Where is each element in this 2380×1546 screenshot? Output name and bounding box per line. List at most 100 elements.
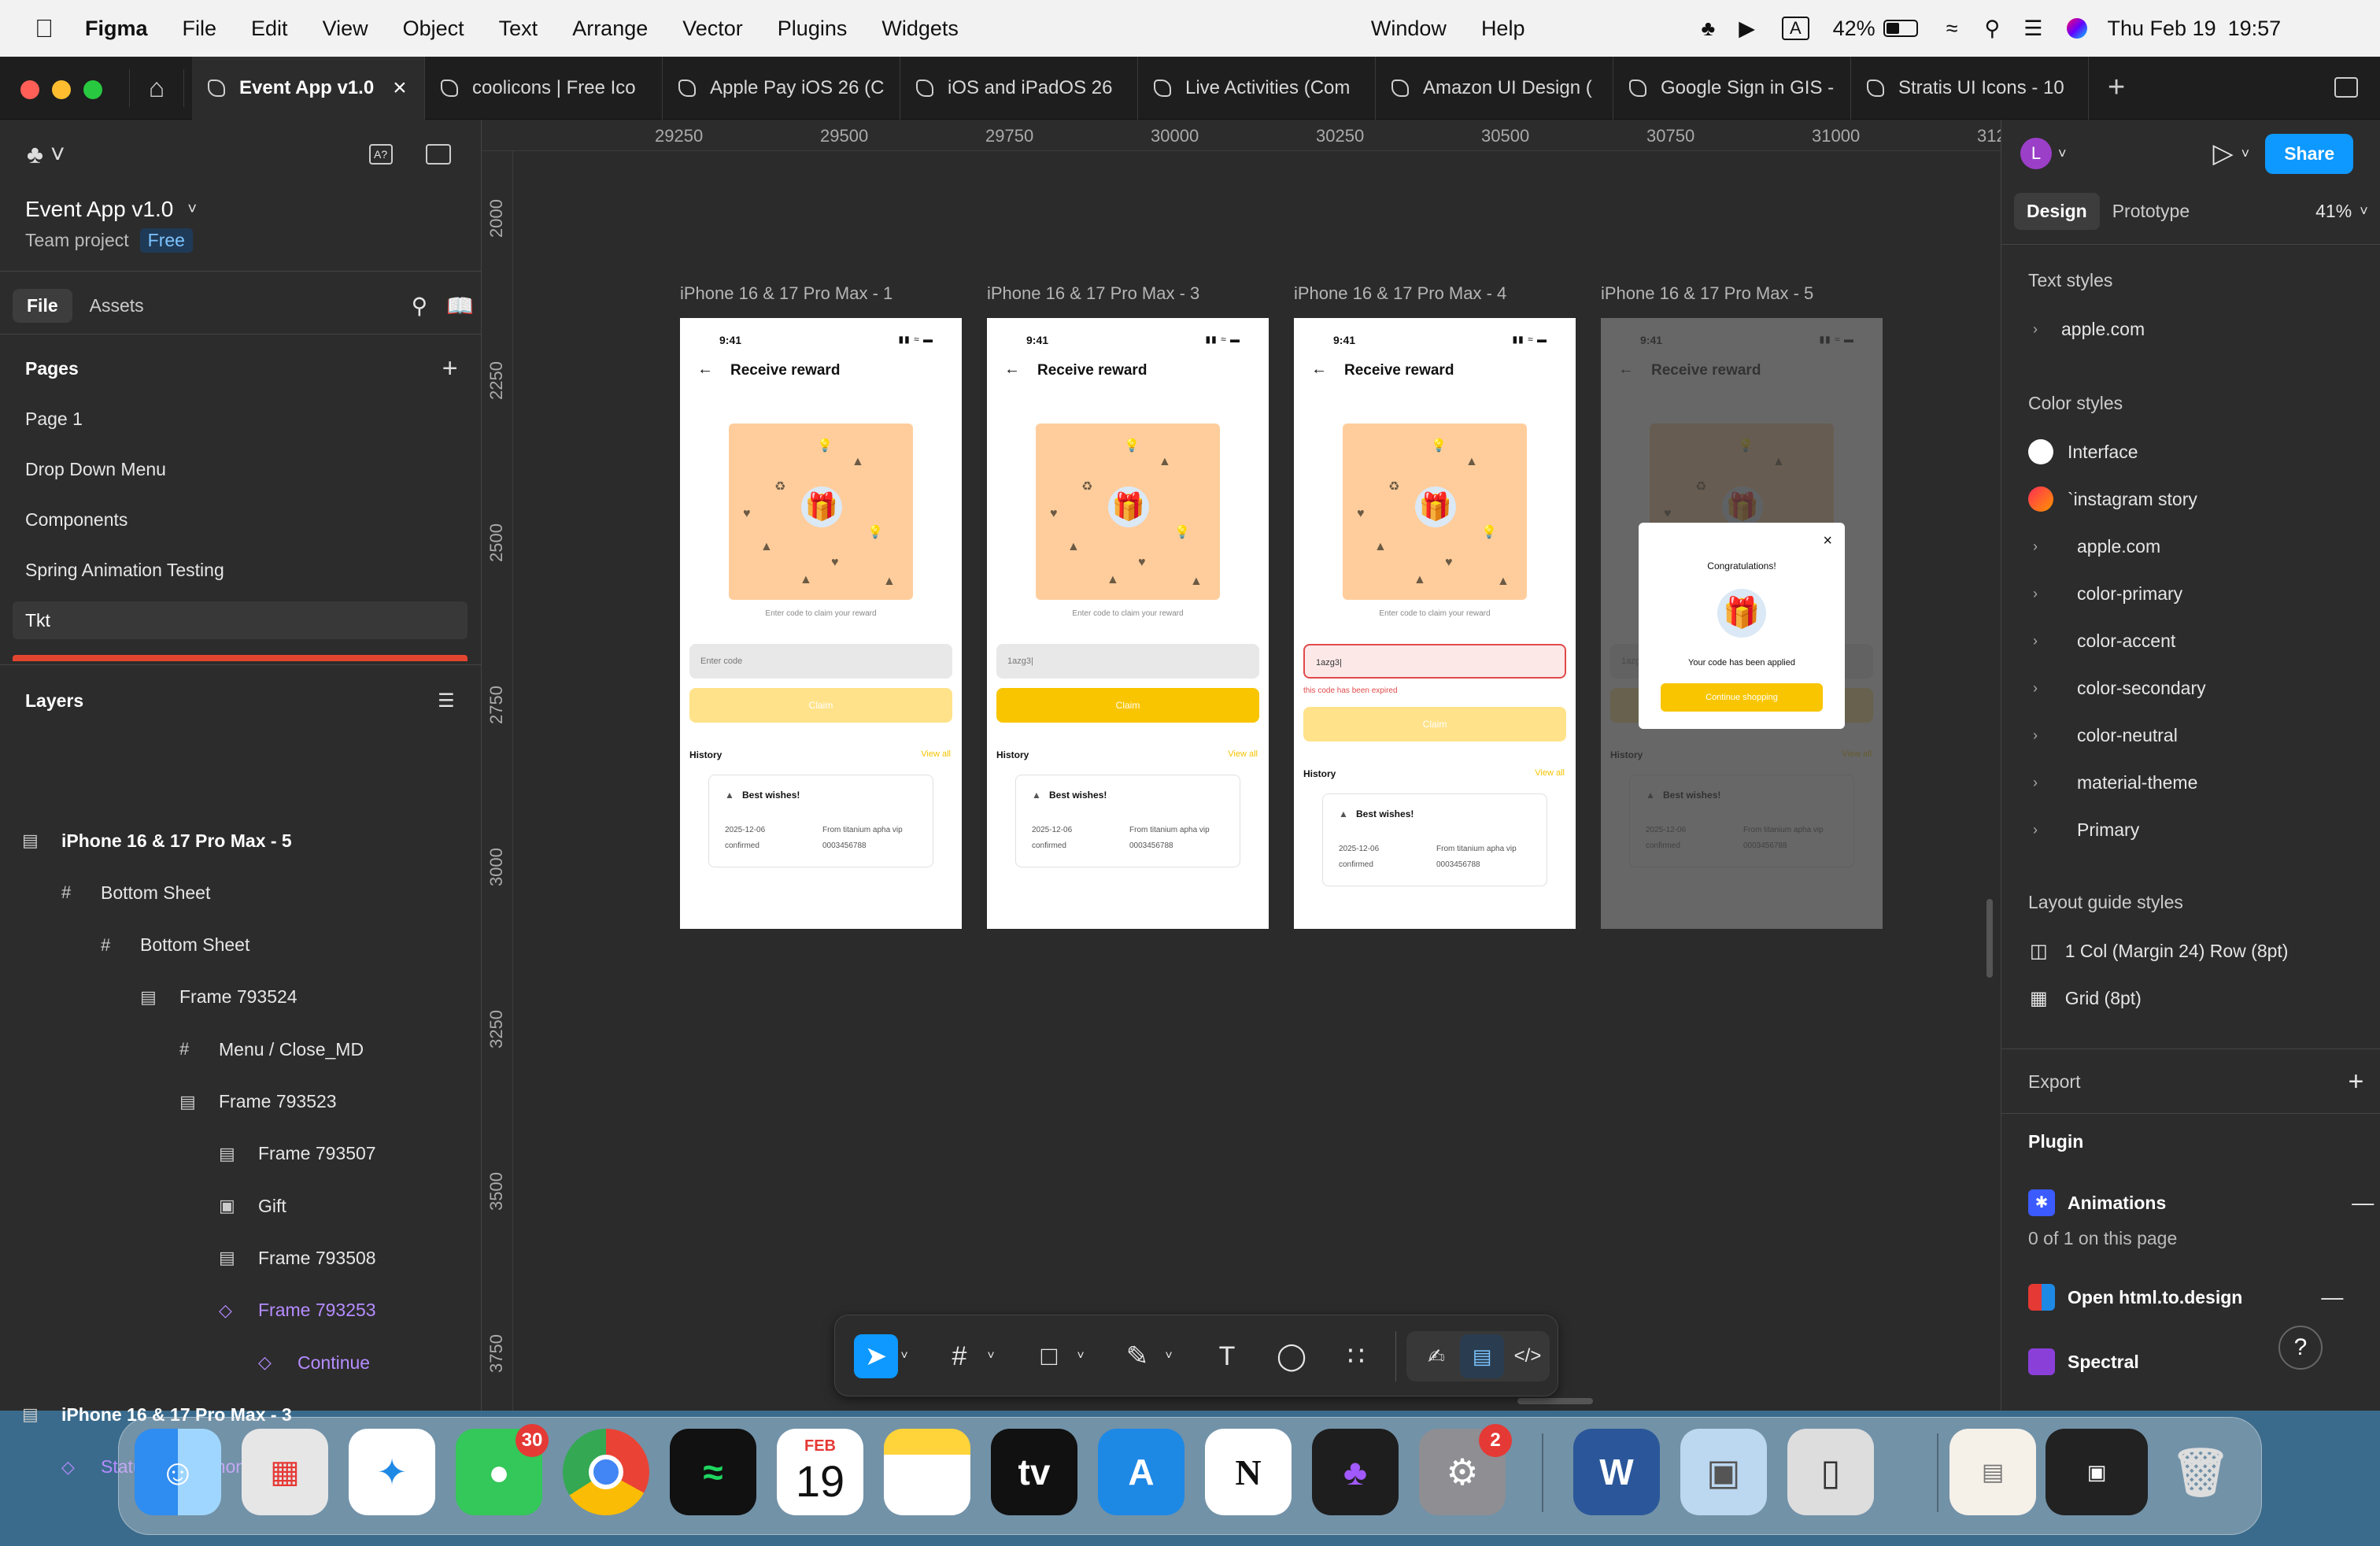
iphone-mirroring-icon[interactable]: ▯ (1787, 1429, 1874, 1515)
plugin-item[interactable]: ✱ Animations — (2001, 1185, 2380, 1220)
color-style-item[interactable]: › material-theme (2001, 765, 2380, 800)
rectangle-tool-icon[interactable]: □ (1027, 1334, 1071, 1378)
chevron-down-icon[interactable]: ˅ (1159, 1334, 1178, 1378)
actions-icon[interactable]: ∷ (1334, 1334, 1378, 1378)
phone-frame[interactable]: 9:41▮▮ ≈ ▬←Receive reward🎁💡💡♻♥▲▲♥▲▲Enter… (987, 318, 1269, 929)
menu-window[interactable]: Window (1371, 17, 1447, 41)
menu-arrange[interactable]: Arrange (572, 17, 648, 41)
pen-tool-icon[interactable]: ✎ (1115, 1334, 1159, 1378)
menu-text[interactable]: Text (499, 17, 538, 41)
code-input[interactable]: 1azg3| (1303, 644, 1566, 679)
help-button[interactable]: ? (2278, 1326, 2323, 1370)
color-style-item[interactable]: › color-accent (2001, 623, 2380, 658)
layer-row[interactable]: ◇ Frame 793253 (0, 1292, 482, 1330)
tab-ios-ipados[interactable]: iOS and iPadOS 26 (900, 57, 1138, 120)
page-item[interactable]: Page 1 (0, 400, 482, 438)
siri-icon[interactable] (2066, 18, 2087, 39)
canvas[interactable]: 29250 29500 29750 30000 30250 30500 30750 31000… (482, 120, 2025, 1411)
notes-icon[interactable] (884, 1429, 970, 1515)
recent-window-icon[interactable]: ▣ (2046, 1429, 2148, 1515)
page-item[interactable]: Drop Down Menu (0, 450, 482, 488)
tab-prototype[interactable]: Prototype (2112, 201, 2190, 222)
file-name[interactable]: Event App v1.0 (25, 197, 173, 222)
design-mode-icon[interactable]: ▤ (1460, 1334, 1504, 1378)
tab-apple-pay[interactable]: Apple Pay iOS 26 (C (663, 57, 900, 120)
phone-frame[interactable]: 9:41▮▮ ≈ ▬←Receive reward🎁💡💡♻♥▲▲♥▲▲Enter… (680, 318, 962, 929)
app-store-icon[interactable]: A (1098, 1429, 1184, 1515)
trash-icon[interactable]: 🗑 (2157, 1429, 2244, 1515)
chevron-down-icon[interactable]: ˅ (2360, 203, 2368, 220)
panel-layout-icon[interactable] (425, 144, 451, 165)
tab-google-sign-in[interactable]: Google Sign in GIS - (1613, 57, 1851, 120)
tab-design[interactable]: Design (2014, 192, 2100, 230)
view-all-link[interactable]: View all (1535, 768, 1565, 778)
claim-button[interactable]: Claim (1303, 707, 1566, 742)
play-tray-icon[interactable]: ▶ (1739, 17, 1755, 41)
color-style-item[interactable]: `instagram story (2001, 482, 2380, 516)
messages-icon[interactable]: ● 30 (456, 1424, 549, 1515)
chevron-down-icon[interactable]: ˅ (981, 1334, 1000, 1378)
minimize-window-button[interactable] (52, 80, 71, 99)
tab-event-app[interactable]: Event App v1.0 × (192, 57, 425, 120)
control-center-icon[interactable]: ☰ (2023, 17, 2042, 41)
tab-file[interactable]: File (13, 288, 72, 323)
sidebar-toggle-icon[interactable] (2334, 77, 2358, 98)
tab-amazon-ui[interactable]: Amazon UI Design ( (1376, 57, 1613, 120)
add-export-icon[interactable]: + (2348, 1067, 2363, 1097)
share-button[interactable]: Share (2265, 133, 2354, 174)
phone-frame[interactable]: 9:41▮▮ ≈ ▬←Receive reward🎁💡💡♻♥▲▲♥▲▲Enter… (1601, 318, 1883, 929)
figma-icon[interactable]: ♣ (1312, 1429, 1399, 1515)
chevron-down-icon[interactable]: ˅ (2058, 146, 2067, 162)
history-card[interactable]: ▲ Best wishes! 2025-12-06 confirmed From tit… (1322, 793, 1547, 886)
avatar[interactable]: L (2020, 138, 2052, 169)
input-source-icon[interactable]: A (1781, 17, 1809, 40)
layout-style-item[interactable]: ◫ 1 Col (Margin 24) Row (8pt) (2001, 934, 2380, 968)
home-icon[interactable]: ⌂ (129, 69, 184, 107)
safari-icon[interactable]: ✦ (349, 1429, 435, 1515)
close-window-button[interactable] (20, 80, 39, 99)
chevron-down-icon[interactable]: ˅ (187, 201, 197, 219)
figma-menu-icon[interactable]: ♣ ˅ (27, 140, 65, 169)
color-style-item[interactable]: Interface (2001, 435, 2380, 469)
layer-row[interactable]: ▤ Frame 793507 (0, 1135, 482, 1173)
page-item[interactable]: Spring Animation Testing (0, 551, 482, 589)
color-style-item[interactable]: › Primary (2001, 812, 2380, 847)
layer-row[interactable]: # Bottom Sheet (0, 874, 482, 912)
chevron-down-icon[interactable]: ˅ (2241, 146, 2250, 162)
new-tab-icon[interactable]: + (2108, 71, 2125, 105)
frame-label[interactable]: iPhone 16 & 17 Pro Max - 4 (1294, 283, 1506, 304)
layer-row[interactable]: ▤ Frame 793524 (0, 978, 482, 1016)
apple-tv-icon[interactable]: tv (991, 1429, 1077, 1515)
back-arrow-icon[interactable]: ← (697, 361, 713, 379)
tab-stratis-icons[interactable]: Stratis UI Icons - 10 (1851, 57, 2089, 120)
library-icon[interactable]: 📖 (446, 293, 474, 319)
history-card[interactable]: ▲ Best wishes! 2025-12-06 confirmed From tit… (708, 775, 933, 867)
draw-mode-icon[interactable]: ✍ (1414, 1334, 1458, 1378)
collapse-icon[interactable]: — (2321, 1285, 2343, 1310)
comment-tool-icon[interactable]: ◯ (1269, 1334, 1314, 1378)
page-item-active[interactable]: Tkt (13, 601, 468, 639)
close-icon[interactable]: × (1823, 532, 1832, 550)
calendar-icon[interactable]: FEB 19 (777, 1429, 863, 1515)
menu-edit[interactable]: Edit (251, 17, 288, 41)
frame-tool-icon[interactable]: # (937, 1334, 981, 1378)
layout-style-item[interactable]: ▦ Grid (8pt) (2001, 981, 2380, 1015)
preview-icon[interactable]: ▣ (1680, 1429, 1767, 1515)
close-tab-icon[interactable]: × (393, 75, 407, 102)
plugin-item[interactable]: Open html.to.design — (2001, 1280, 2380, 1315)
dev-mode-icon[interactable]: </> (1506, 1334, 1550, 1378)
plan-badge[interactable]: Free (139, 227, 193, 253)
notion-icon[interactable]: N (1205, 1429, 1292, 1515)
system-settings-icon[interactable]: ⚙ 2 (1419, 1424, 1512, 1515)
spotify-icon[interactable]: ≈ (670, 1429, 756, 1515)
move-tool-icon[interactable]: ➤ (854, 1334, 898, 1378)
tab-assets[interactable]: Assets (90, 295, 144, 316)
text-tool-icon[interactable]: T (1205, 1334, 1249, 1378)
back-arrow-icon[interactable]: ← (1311, 361, 1327, 379)
layer-row[interactable]: ▤ Frame 793523 (0, 1083, 482, 1121)
back-arrow-icon[interactable]: ← (1004, 361, 1020, 379)
battery-icon[interactable] (1883, 20, 1918, 37)
layer-row[interactable]: ▤ iPhone 16 & 17 Pro Max - 5 (0, 822, 482, 860)
claim-button[interactable]: Claim (996, 688, 1259, 723)
layer-row[interactable]: # Bottom Sheet (0, 926, 482, 964)
